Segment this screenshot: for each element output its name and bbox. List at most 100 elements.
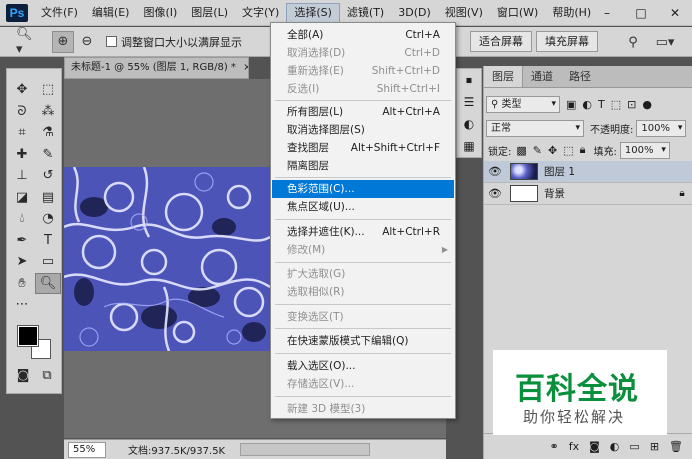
close-button[interactable]: ✕ [658,0,692,26]
lock-image-icon[interactable]: ✎ [533,144,542,157]
menu-color-range[interactable]: 色彩范围(C)... [272,180,454,198]
resize-window-checkbox[interactable]: 调整窗口大小以满屏显示 [106,34,242,50]
history-brush-icon[interactable]: ↺ [35,165,61,187]
menu-edit[interactable]: 编辑(E) [85,3,137,23]
gradient-tool-icon[interactable]: ▤ [35,187,61,209]
marquee-tool-icon[interactable]: ⬚ [35,79,61,101]
menu-isolate-layers[interactable]: 隔离图层 [272,157,454,175]
checkbox-box[interactable] [106,36,117,47]
menu-inverse[interactable]: 反选(I) Shift+Ctrl+I [272,80,454,98]
quick-mask-icon[interactable]: ◙ [13,365,33,385]
layer-style-icon[interactable]: fx [569,440,579,453]
menu-modify[interactable]: 修改(M) ▶ [272,241,454,259]
filter-toggle-icon[interactable]: ● [642,98,652,111]
menu-grow[interactable]: 扩大选取(G) [272,265,454,283]
tab-channels[interactable]: 通道 [523,66,561,87]
layer-filter-select[interactable]: ⚲ 类型 [486,95,560,113]
menu-all-layers[interactable]: 所有图层(L) Alt+Ctrl+A [272,103,454,121]
zoom-tool-icon[interactable]: 🔍︎ [35,272,61,294]
filter-smart-icon[interactable]: ⊡ [627,98,636,111]
crop-tool-icon[interactable]: ⌗ [9,122,35,144]
fill-screen-button[interactable]: 填充屏幕 [536,31,598,52]
properties-panel-icon[interactable]: ☰ [457,91,481,113]
zoom-tool-preset-icon[interactable]: 🔍︎▾ [16,27,38,57]
menu-window[interactable]: 窗口(W) [490,3,545,23]
new-adjustment-icon[interactable]: ◐ [610,440,620,453]
close-tab-icon[interactable]: × [243,62,248,73]
menu-layer[interactable]: 图层(L) [184,3,235,23]
rectangle-tool-icon[interactable]: ▭ [35,251,61,273]
menu-3d[interactable]: 3D(D) [391,3,438,23]
visibility-eye-icon[interactable]: 👁︎ [484,187,506,200]
fit-screen-button[interactable]: 适合屏幕 [470,31,532,52]
blur-tool-icon[interactable]: 💧︎ [9,208,35,230]
workspace-icon[interactable]: ▭▾ [654,31,676,53]
filter-shape-icon[interactable]: ⬚ [611,98,621,111]
healing-brush-icon[interactable]: ✚ [9,144,35,166]
lock-artboard-icon[interactable]: ⬚ [563,144,573,157]
lock-all-icon[interactable]: 🔒︎ [580,143,586,157]
maximize-button[interactable]: □ [624,0,658,26]
new-layer-icon[interactable]: ⊞ [650,440,659,453]
foreground-color-swatch[interactable] [17,325,39,347]
screen-mode-icon[interactable]: ⧉ [37,365,57,385]
search-icon[interactable]: ⚲ [622,31,644,53]
blend-mode-select[interactable]: 正常 [486,119,584,137]
adjustments-panel-icon[interactable]: ◐ [457,113,481,135]
filter-pixel-icon[interactable]: ▣ [566,98,576,111]
menu-view[interactable]: 视图(V) [438,3,490,23]
menu-type[interactable]: 文字(Y) [235,3,286,23]
link-layers-icon[interactable]: ⚭ [550,440,559,453]
eyedropper-tool-icon[interactable]: ⚗ [35,122,61,144]
minimize-button[interactable]: – [590,0,624,26]
stamp-tool-icon[interactable]: ⊥ [9,165,35,187]
fill-field[interactable]: 100% [619,141,670,159]
zoom-in-icon[interactable]: ⊕ [52,30,74,53]
add-mask-icon[interactable]: ◙ [589,440,600,453]
lock-transparent-icon[interactable]: ▩ [516,144,526,157]
hand-tool-icon[interactable]: ✋︎ [9,273,35,295]
document-tab[interactable]: 未标题-1 @ 55% (图层 1, RGB/8) * × [64,57,249,79]
layer-row[interactable]: 👁︎ 背景 🔒︎ [484,183,692,205]
opacity-field[interactable]: 100% [636,119,687,137]
filter-type-icon[interactable]: T [598,98,605,111]
menu-similar[interactable]: 选取相似(R) [272,283,454,301]
tab-layers[interactable]: 图层 [484,66,523,87]
menu-save-selection[interactable]: 存储选区(V)... [272,375,454,393]
menu-select[interactable]: 选择(S) [286,2,340,23]
document-canvas[interactable] [64,167,270,351]
menu-select-and-mask[interactable]: 选择并遮住(K)... Alt+Ctrl+R [272,223,454,241]
brush-tool-icon[interactable]: ✎ [35,144,61,166]
move-tool-icon[interactable]: ✥ [9,79,35,101]
menu-new-3d-model[interactable]: 新建 3D 模型(3) [272,400,454,418]
path-select-icon[interactable]: ➤ [9,251,35,273]
libraries-panel-icon[interactable]: ▦ [457,135,481,157]
menu-deselect[interactable]: 取消选择(D) Ctrl+D [272,44,454,62]
type-tool-icon[interactable]: T [35,230,61,252]
magic-wand-icon[interactable]: ⁂ [35,101,61,123]
eraser-tool-icon[interactable]: ◪ [9,187,35,209]
horizontal-scrollbar[interactable] [240,443,370,456]
lock-position-icon[interactable]: ✥ [548,144,557,157]
more-tools-icon[interactable]: ⋯ [9,294,35,316]
menu-transform-selection[interactable]: 变换选区(T) [272,308,454,326]
delete-layer-icon[interactable]: 🗑︎ [669,440,683,453]
menu-quick-mask[interactable]: 在快速蒙版模式下编辑(Q) [272,332,454,350]
pen-tool-icon[interactable]: ✒ [9,230,35,252]
menu-find-layers[interactable]: 查找图层 Alt+Shift+Ctrl+F [272,139,454,157]
new-group-icon[interactable]: ▭ [629,440,639,453]
zoom-out-icon[interactable]: ⊖ [76,31,98,53]
zoom-level-field[interactable]: 55% [68,441,106,458]
menu-filter[interactable]: 滤镜(T) [340,3,391,23]
menu-reselect[interactable]: 重新选择(E) Shift+Ctrl+D [272,62,454,80]
document-info[interactable]: 文档:937.5K/937.5K [128,442,225,457]
history-panel-icon[interactable]: ⏹ [457,69,481,91]
menu-select-all[interactable]: 全部(A) Ctrl+A [272,26,454,44]
menu-deselect-layers[interactable]: 取消选择图层(S) [272,121,454,139]
tab-paths[interactable]: 路径 [561,66,599,87]
dodge-tool-icon[interactable]: ◔ [35,208,61,230]
filter-adjustment-icon[interactable]: ◐ [582,98,592,111]
menu-image[interactable]: 图像(I) [136,3,184,23]
menu-load-selection[interactable]: 载入选区(O)... [272,357,454,375]
layer-row[interactable]: 👁︎ 图层 1 [484,161,692,183]
